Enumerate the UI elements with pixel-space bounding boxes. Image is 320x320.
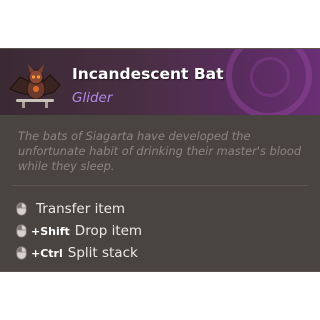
item-type: Glider (72, 90, 113, 106)
rarity-emblem-inner (250, 57, 290, 97)
action-modifier: +Shift (31, 224, 70, 238)
item-name: Incandescent Bat (72, 65, 224, 83)
item-tooltip: Incandescent Bat Glider The bats of Siag… (0, 48, 320, 272)
bat-glider-icon (9, 64, 61, 108)
action-label: Transfer item (36, 201, 126, 217)
item-description: The bats of Siagarta have developed the … (18, 129, 302, 173)
action-label: Split stack (67, 245, 138, 261)
action-modifier: +Ctrl (31, 246, 63, 260)
divider (12, 185, 308, 186)
action-drop: +Shift Drop item (16, 221, 142, 241)
action-transfer: Transfer item (16, 199, 125, 219)
action-label: Drop item (74, 223, 143, 239)
mouse-click-icon (16, 224, 27, 238)
tooltip-header: Incandescent Bat Glider (0, 49, 320, 115)
mouse-click-icon (16, 202, 27, 216)
mouse-click-icon (16, 246, 27, 260)
action-split: +Ctrl Split stack (16, 243, 138, 263)
